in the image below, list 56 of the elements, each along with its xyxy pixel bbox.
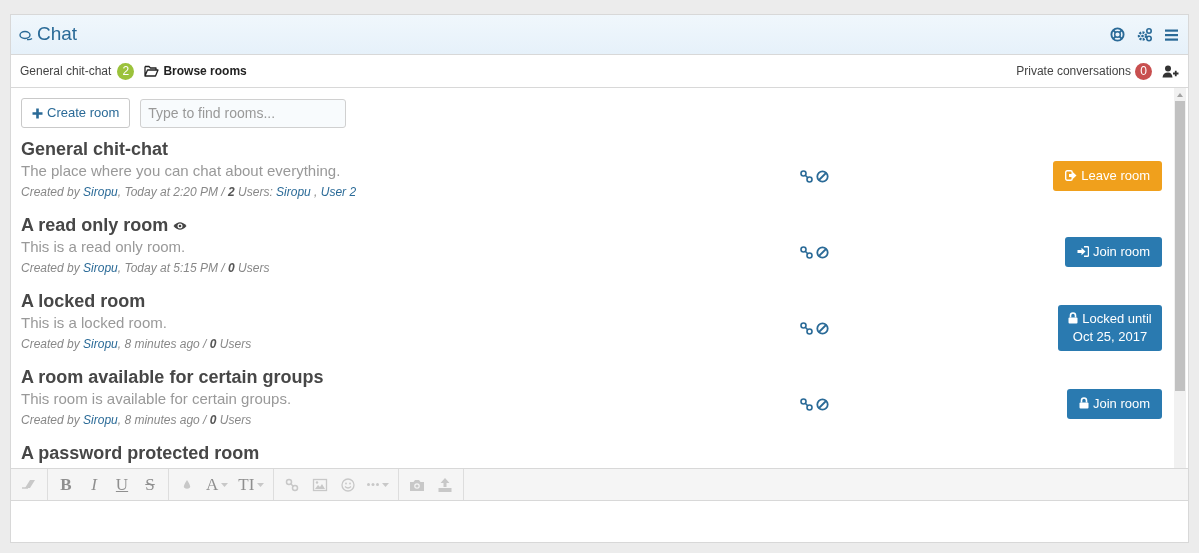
settings-icon[interactable]: [1137, 27, 1153, 42]
user-link[interactable]: Siropu: [83, 337, 118, 351]
user-link[interactable]: Siropu: [83, 413, 118, 427]
lock-icon: [1078, 397, 1089, 409]
link-icon[interactable]: [800, 245, 813, 259]
upload-icon: [437, 476, 454, 493]
eye-icon: [173, 221, 188, 231]
link-icon[interactable]: [800, 169, 813, 183]
room-description: This is a read only room.: [21, 237, 187, 257]
image-icon: [312, 476, 329, 493]
room-title[interactable]: A locked room: [21, 290, 146, 312]
create-room-button[interactable]: Create room: [21, 98, 131, 128]
plus-icon: [32, 107, 43, 119]
room-description: The place where you can chat about everything.: [21, 161, 342, 181]
room-description: This is a locked room.: [21, 313, 168, 333]
smiley-icon: [340, 476, 357, 493]
chat-title: Chat: [37, 22, 78, 47]
room-meta: Created by Siropu, 8 minutes ago / 0 Users: [21, 336, 253, 353]
room-title[interactable]: General chit-chat: [21, 138, 169, 160]
link-icon: [284, 476, 301, 493]
room-action-button[interactable]: Join room: [1066, 389, 1162, 419]
count-badge: 2: [117, 62, 135, 80]
user-link[interactable]: User 2: [320, 185, 357, 199]
ban-icon[interactable]: [816, 321, 829, 335]
private-conversations-link[interactable]: Private conversations: [1016, 62, 1131, 80]
room-meta: Created by Siropu, Today at 2:20 PM / 2 Users: Siropu , User 2: [21, 184, 358, 201]
link-icon[interactable]: [800, 397, 813, 411]
add-user-icon[interactable]: [1162, 64, 1179, 78]
scrollbar[interactable]: [1174, 88, 1186, 468]
chat-tab[interactable]: Browse rooms: [144, 62, 247, 80]
menu-icon[interactable]: [1165, 28, 1178, 41]
room-title[interactable]: A room available for certain groups: [21, 366, 324, 388]
room-title[interactable]: A read only room: [21, 214, 169, 236]
more-icon: [367, 483, 380, 486]
room-action-button[interactable]: Locked until Oct 25, 2017: [1058, 305, 1162, 351]
lock-icon: [1068, 312, 1079, 324]
user-link[interactable]: Siropu: [83, 185, 118, 199]
room-title[interactable]: A password protected room: [21, 442, 260, 464]
folder-icon: [144, 65, 160, 77]
room-meta: Created by Siropu, Today at 5:15 PM / 0 Users: [21, 260, 271, 277]
count-badge: 0: [1135, 62, 1152, 80]
chat-tab[interactable]: General chit-chat 2: [20, 62, 135, 80]
ban-icon[interactable]: [816, 397, 829, 411]
room-meta: Created by Siropu, 8 minutes ago / 0 Users: [21, 412, 253, 429]
sign-in-icon: [1076, 246, 1089, 257]
room-search-field[interactable]: Type to find rooms...: [140, 98, 347, 128]
room-action-button[interactable]: Join room: [1064, 237, 1162, 267]
user-link[interactable]: Siropu: [276, 185, 311, 199]
lifebuoy-icon[interactable]: [1110, 27, 1125, 42]
room-description: This room is available for certain groups.: [21, 389, 293, 409]
user-link[interactable]: Siropu: [83, 261, 118, 275]
sign-out-icon: [1065, 170, 1078, 181]
link-icon[interactable]: [800, 321, 813, 335]
ban-icon[interactable]: [816, 169, 829, 183]
chat-bubbles-icon: [19, 30, 33, 42]
ban-icon[interactable]: [816, 245, 829, 259]
